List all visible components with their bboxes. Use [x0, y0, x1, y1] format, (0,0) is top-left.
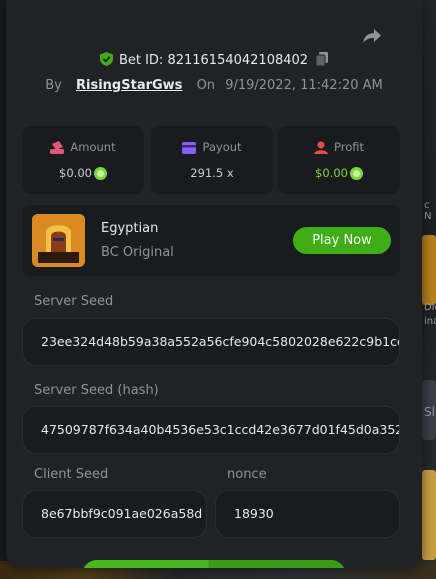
bet-id-value: 82116154042108402: [167, 53, 309, 68]
stat-card-profit: Profit $0.00: [278, 126, 400, 194]
stat-amount-label-row: Amount: [22, 140, 144, 154]
background-page-strip: [420, 0, 436, 579]
stat-value: $0.00: [59, 166, 92, 180]
background-tile: [422, 470, 436, 560]
copy-icon[interactable]: [315, 52, 329, 70]
server-seed-hash-label: Server Seed (hash): [34, 383, 159, 398]
coin-icon: [349, 167, 363, 180]
stat-label: Amount: [70, 140, 116, 154]
server-seed-hash-field[interactable]: 47509787f634a40b4536e53c1ccd42e3677d01f4…: [22, 406, 400, 454]
payout-icon: [182, 140, 202, 154]
game-thumbnail[interactable]: [32, 214, 85, 267]
server-seed-label: Server Seed: [34, 294, 114, 309]
by-label: By: [45, 78, 62, 93]
on-label: On: [196, 78, 216, 93]
background-text: ina: [424, 316, 436, 327]
stat-profit-value-row: $0.00: [278, 166, 400, 180]
client-seed-field[interactable]: 8e67bbf9c091ae026a58d: [22, 490, 207, 538]
stat-card-payout: Payout 291.5 x: [151, 126, 273, 194]
stat-value: 291.5 x: [190, 166, 234, 180]
bet-details-modal: Bet ID: 82116154042108402 By RisingStarG…: [6, 0, 422, 568]
stat-payout-label-row: Payout: [151, 140, 273, 154]
verify-button[interactable]: [82, 560, 346, 568]
game-provider: BC Original: [101, 245, 174, 260]
background-tile: [422, 235, 436, 305]
stat-label: Payout: [202, 140, 242, 154]
play-now-button[interactable]: Play Now: [293, 227, 391, 254]
game-name: Egyptian: [101, 221, 159, 236]
share-icon[interactable]: [362, 26, 382, 46]
amount-icon: [50, 140, 70, 154]
profit-icon: [314, 140, 334, 154]
coin-icon: [93, 167, 107, 180]
background-text: Sl: [424, 405, 435, 419]
stat-profit-label-row: Profit: [278, 140, 400, 154]
nonce-label: nonce: [227, 467, 267, 482]
bet-datetime: 9/19/2022, 11:42:20 AM: [225, 78, 383, 93]
stat-value: $0.00: [315, 166, 348, 180]
client-seed-label: Client Seed: [34, 467, 109, 482]
shield-check-icon: [99, 52, 113, 70]
bet-id-label: Bet ID:: [118, 53, 164, 68]
stat-payout-value-row: 291.5 x: [151, 166, 273, 180]
background-text: Dic: [424, 302, 436, 313]
nonce-field[interactable]: 18930: [215, 490, 400, 538]
stat-label: Profit: [334, 140, 364, 154]
background-text: c N: [424, 200, 432, 222]
server-seed-field[interactable]: 23ee324d48b59a38a552a56cfe904c5802028e62…: [22, 318, 400, 366]
game-card: Egyptian BC Original Play Now: [22, 205, 400, 276]
bet-id-row: Bet ID: 82116154042108402: [6, 52, 422, 70]
user-link[interactable]: RisingStarGws: [76, 78, 182, 93]
stat-amount-value-row: $0.00: [22, 166, 144, 180]
stat-card-amount: Amount $0.00: [22, 126, 144, 194]
bet-author-row: By RisingStarGws On 9/19/2022, 11:42:20 …: [6, 78, 422, 93]
